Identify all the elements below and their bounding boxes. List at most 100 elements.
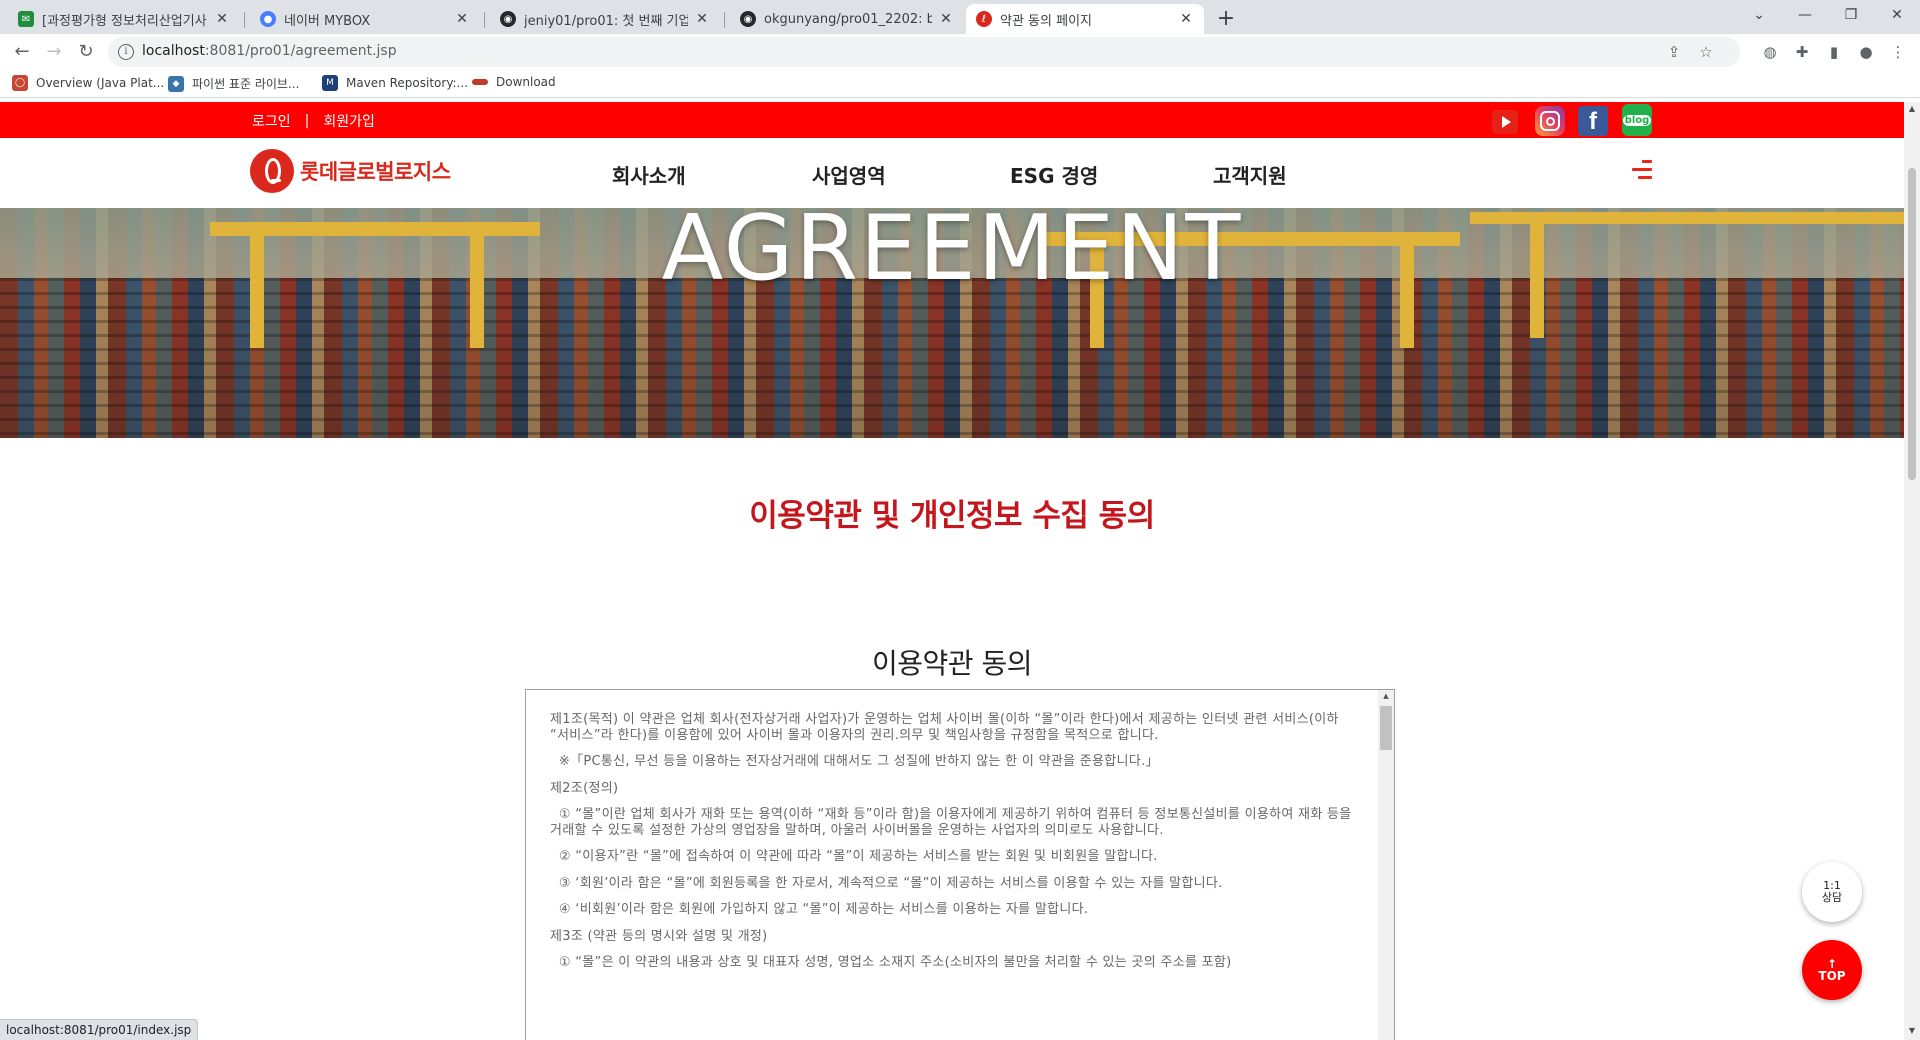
close-icon[interactable]: ✕ bbox=[694, 11, 710, 27]
tab-divider bbox=[244, 12, 245, 28]
main-navigation: 롯데글로벌로지스 회사소개 사업영역 ESG 경영 고객지원 bbox=[0, 138, 1904, 208]
terms-textarea[interactable]: 제1조(목적) 이 약관은 업체 회사(전자상거래 사업자)가 운영하는 업체 … bbox=[525, 689, 1395, 1040]
nav-item-business[interactable]: 사업영역 bbox=[812, 160, 886, 189]
browser-tab-2[interactable]: ● 네이버 MYBOX ✕ bbox=[250, 4, 480, 34]
extensions-puzzle-icon[interactable]: ✚ bbox=[1788, 38, 1816, 66]
brand-name: 롯데글로벌로지스 bbox=[300, 160, 451, 184]
share-icon[interactable]: ⇪ bbox=[1660, 38, 1688, 66]
hamburger-menu-icon[interactable] bbox=[1632, 158, 1652, 182]
github-icon: ◉ bbox=[500, 11, 516, 27]
mail-icon: ✉ bbox=[18, 11, 34, 27]
nav-item-esg[interactable]: ESG 경영 bbox=[1010, 160, 1098, 189]
blog-icon[interactable]: blog bbox=[1622, 104, 1652, 136]
top-label: TOP bbox=[1818, 969, 1846, 983]
page-scroll-thumb[interactable] bbox=[1908, 168, 1916, 480]
terms-paragraph: 제3조 (약관 등의 명시와 설명 및 개정) bbox=[550, 928, 768, 944]
terms-scrollbar[interactable]: ▲ bbox=[1378, 690, 1394, 1040]
new-tab-button[interactable]: + bbox=[1212, 6, 1240, 34]
terms-content: 제1조(목적) 이 약관은 업체 회사(전자상거래 사업자)가 운영하는 업체 … bbox=[550, 712, 1360, 982]
python-icon: ◆ bbox=[168, 75, 184, 92]
lotte-icon: ℓ bbox=[976, 11, 992, 27]
tab-strip: ✉ [과정평가형 정보처리산업기사]7 ✕ ● 네이버 MYBOX ✕ ◉ je… bbox=[0, 0, 1920, 34]
url-text[interactable]: localhost:8081/pro01/agreement.jsp bbox=[142, 43, 397, 59]
browser-tab-1[interactable]: ✉ [과정평가형 정보처리산업기사]7 ✕ bbox=[8, 4, 240, 34]
forward-button[interactable]: → bbox=[40, 38, 68, 66]
minimize-button[interactable]: — bbox=[1782, 0, 1828, 30]
hero-title: AGREEMENT bbox=[661, 208, 1243, 301]
terms-paragraph: ② “이용자”란 “몰”에 접속하여 이 약관에 따라 “몰”이 제공하는 서비… bbox=[550, 849, 1158, 864]
facebook-icon[interactable]: f bbox=[1578, 106, 1608, 136]
address-bar[interactable]: i localhost:8081/pro01/agreement.jsp ⇪ ☆ bbox=[108, 37, 1740, 67]
tab-divider bbox=[724, 12, 725, 28]
download-icon bbox=[472, 79, 488, 85]
bookmark-download[interactable]: Download bbox=[472, 75, 556, 89]
scroll-up-icon[interactable]: ▲ bbox=[1908, 104, 1916, 113]
youtube-icon[interactable] bbox=[1492, 110, 1518, 134]
nav-item-support[interactable]: 고객지원 bbox=[1213, 160, 1287, 189]
browser-toolbar: ← → ↻ i localhost:8081/pro01/agreement.j… bbox=[0, 34, 1920, 70]
restore-button[interactable]: ❐ bbox=[1828, 0, 1874, 30]
bookmark-label: Overview (Java Plat... bbox=[36, 76, 165, 90]
terms-paragraph: ③ ‘회원’이라 함은 “몰”에 회원등록을 한 자로서, 계속적으로 “몰”이… bbox=[550, 875, 1223, 891]
close-icon[interactable]: ✕ bbox=[214, 11, 230, 27]
url-path: :8081/pro01/agreement.jsp bbox=[204, 43, 397, 59]
close-icon[interactable]: ✕ bbox=[1178, 11, 1194, 27]
side-panel-icon[interactable]: ▮ bbox=[1820, 38, 1848, 66]
tab-title: jeniy01/pro01: 첫 번째 기업형 홈 bbox=[524, 13, 688, 29]
terms-scroll-thumb[interactable] bbox=[1380, 706, 1392, 750]
tab-title: okgunyang/pro01_2202: backen bbox=[764, 11, 932, 27]
kebab-menu-icon[interactable]: ⋮ bbox=[1884, 38, 1912, 66]
top-button[interactable]: ↑ TOP bbox=[1802, 940, 1862, 1000]
github-icon: ◉ bbox=[740, 11, 756, 27]
browser-tab-3[interactable]: ◉ jeniy01/pro01: 첫 번째 기업형 홈 ✕ bbox=[490, 4, 720, 34]
reload-button[interactable]: ↻ bbox=[72, 38, 100, 66]
bookmark-star-icon[interactable]: ☆ bbox=[1692, 38, 1720, 66]
url-host: localhost bbox=[142, 43, 205, 59]
maven-icon: M bbox=[322, 75, 338, 91]
instagram-icon[interactable] bbox=[1535, 106, 1565, 136]
bookmark-maven[interactable]: M Maven Repository:... bbox=[322, 75, 468, 91]
page-viewport: 로그인 | 회원가입 f blog 롯데글로벌로지스 회사소개 사업영역 ESG… bbox=[0, 102, 1904, 1040]
nav-item-company[interactable]: 회사소개 bbox=[612, 160, 686, 189]
tab-divider bbox=[484, 12, 485, 28]
login-link[interactable]: 로그인 bbox=[252, 111, 291, 131]
brand-logo[interactable]: 롯데글로벌로지스 bbox=[250, 149, 451, 193]
browser-tab-active[interactable]: ℓ 약관 동의 페이지 ✕ bbox=[966, 4, 1204, 34]
mybox-icon: ● bbox=[260, 11, 276, 27]
status-url: localhost:8081/pro01/index.jsp bbox=[0, 1019, 199, 1040]
tab-search-icon[interactable]: ⌄ bbox=[1736, 0, 1782, 30]
tab-title: 약관 동의 페이지 bbox=[1000, 13, 1092, 29]
extension-globe-icon[interactable]: ◍ bbox=[1756, 38, 1784, 66]
tab-title: 네이버 MYBOX bbox=[284, 13, 371, 29]
hero-banner: AGREEMENT bbox=[0, 208, 1904, 438]
signup-link[interactable]: 회원가입 bbox=[323, 111, 375, 131]
bookmarks-bar: ◯ Overview (Java Plat... ◆ 파이썬 표준 라이브...… bbox=[0, 70, 1920, 98]
consult-line-2: 상담 bbox=[1821, 891, 1843, 904]
browser-tab-4[interactable]: ◉ okgunyang/pro01_2202: backen ✕ bbox=[730, 4, 964, 34]
page-scrollbar[interactable]: ▲ ▼ bbox=[1904, 102, 1920, 1040]
close-icon[interactable]: ✕ bbox=[454, 11, 470, 27]
blog-label: blog bbox=[1622, 114, 1652, 126]
bookmark-oracle[interactable]: ◯ Overview (Java Plat... bbox=[12, 75, 164, 91]
scroll-up-icon[interactable]: ▲ bbox=[1378, 692, 1394, 700]
page-title: 이용약관 및 개인정보 수집 동의 bbox=[749, 498, 1155, 534]
terms-paragraph: 제2조(정의) bbox=[550, 780, 619, 796]
back-button[interactable]: ← bbox=[8, 38, 36, 66]
bookmark-label: 파이썬 표준 라이브... bbox=[192, 77, 300, 91]
terms-heading: 이용약관 동의 bbox=[872, 647, 1032, 680]
top-utility-bar: 로그인 | 회원가입 f blog bbox=[0, 102, 1904, 138]
close-icon[interactable]: ✕ bbox=[938, 11, 954, 27]
close-window-button[interactable]: ✕ bbox=[1874, 0, 1920, 30]
terms-paragraph: ※「PC통신, 무선 등을 이용하는 전자상거래에 대해서도 그 성질에 반하지… bbox=[550, 754, 1159, 769]
profile-avatar-icon[interactable]: ● bbox=[1852, 38, 1880, 66]
terms-paragraph: ① “몰”은 이 약관의 내용과 상호 및 대표자 성명, 영업소 소재지 주소… bbox=[550, 955, 1232, 970]
scroll-down-icon[interactable]: ▼ bbox=[1908, 1026, 1916, 1035]
bookmark-label: Download bbox=[496, 75, 556, 89]
bookmark-python[interactable]: ◆ 파이썬 표준 라이브... bbox=[168, 75, 299, 92]
hero-container-rows bbox=[0, 278, 1904, 438]
info-icon[interactable]: i bbox=[118, 44, 134, 60]
lotte-logo-icon bbox=[250, 149, 294, 193]
oracle-icon: ◯ bbox=[12, 75, 28, 91]
consult-button[interactable]: 1:1 상담 bbox=[1802, 862, 1862, 922]
terms-paragraph: ① “몰”이란 업체 회사가 재화 또는 용역(이하 “재화 등”이라 함)을 … bbox=[550, 807, 1356, 838]
